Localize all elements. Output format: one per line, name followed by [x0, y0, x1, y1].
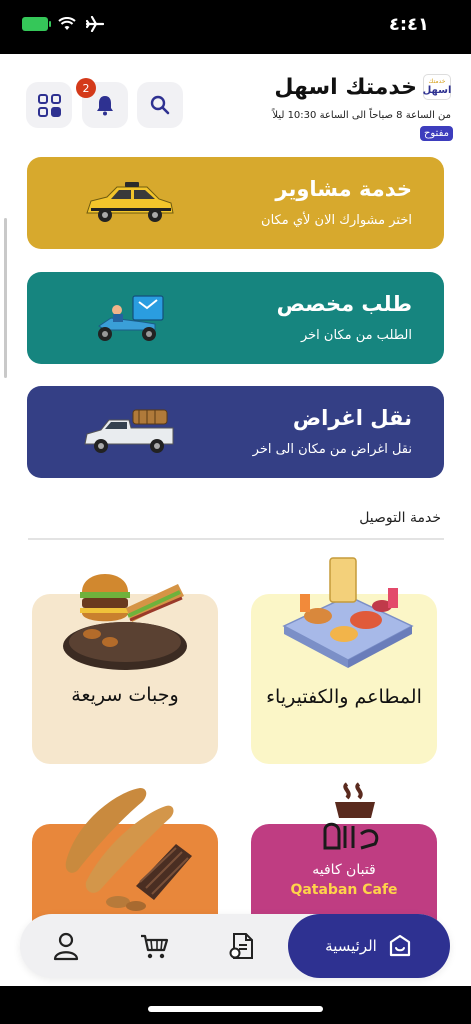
bell-icon: [97, 96, 113, 116]
status-badge: مفتوح: [419, 126, 453, 141]
service-title: طلب مخصص: [276, 292, 412, 316]
section-title-delivery: خدمة التوصيل: [359, 510, 441, 526]
search-icon: [150, 95, 170, 115]
header: خدمتك اسهل خدمتك اسهل من الساعة 8 صباحاً…: [0, 54, 471, 154]
pickup-truck-icon: [84, 409, 174, 453]
status-bar: ٤:٤١: [0, 0, 471, 54]
airplane-icon: [86, 16, 104, 32]
category-label: وجبات سريعة: [71, 684, 179, 706]
burger-platter-image: [63, 574, 187, 670]
service-card-custom-order[interactable]: طلب مخصص الطلب من مكان اخر: [27, 272, 444, 364]
service-subtitle: اختر مشوارك الان لأي مكان: [261, 213, 412, 228]
search-button[interactable]: [137, 82, 183, 128]
brand-logo-top: خدمتك: [428, 78, 446, 85]
brand: خدمتك اسهل خدمتك اسهل: [274, 74, 451, 100]
nav-orders[interactable]: [226, 930, 258, 962]
service-subtitle: الطلب من مكان اخر: [300, 328, 412, 343]
home-screen: خدمتك اسهل خدمتك اسهل من الساعة 8 صباحاً…: [0, 54, 471, 986]
category-label: المطاعم والكفتيرياء: [266, 686, 422, 708]
taxi-icon: [86, 182, 174, 222]
working-hours: من الساعة 8 صباحاً الى الساعة 10:30 ليلا…: [272, 110, 451, 121]
cart-icon: [141, 934, 169, 959]
wifi-icon: [58, 17, 76, 30]
user-icon: [53, 932, 79, 961]
menu-grid-button[interactable]: [26, 82, 72, 128]
bread-image: [65, 788, 192, 911]
page-title: خدمتك اسهل: [274, 74, 417, 100]
status-icons: [22, 16, 104, 32]
scrollbar[interactable]: [4, 218, 7, 378]
nav-home[interactable]: الرئيسية: [288, 914, 450, 978]
battery-icon: [22, 17, 51, 31]
nav-home-label: الرئيسية: [325, 937, 377, 955]
bottom-nav: الرئيسية: [20, 914, 450, 978]
home-icon: [389, 934, 410, 957]
nav-cart[interactable]: [138, 930, 170, 962]
service-card-moving[interactable]: نقل اغراض نقل اغراض من مكان الى اخر: [27, 386, 444, 478]
cafe-name-english: Qataban Cafe: [290, 882, 398, 898]
status-time: ٤:٤١: [388, 14, 429, 35]
notifications-button[interactable]: 2: [76, 78, 128, 128]
restaurant-food-image: [282, 557, 414, 668]
service-card-rides[interactable]: خدمة مشاوير اختر مشوارك الان لأي مكان: [27, 157, 444, 249]
brand-logo-bottom: اسهل: [422, 85, 452, 96]
grid-icon: [37, 93, 61, 117]
service-subtitle: نقل اغراض من مكان الى اخر: [252, 442, 412, 457]
service-title: خدمة مشاوير: [275, 177, 412, 201]
divider: [28, 538, 444, 540]
home-indicator[interactable]: [148, 1006, 323, 1012]
brand-logo: خدمتك اسهل: [423, 74, 451, 100]
cafe-name-arabic: قتبان كافيه: [312, 862, 376, 878]
delivery-scooter-icon: [98, 295, 164, 341]
service-title: نقل اغراض: [292, 406, 412, 430]
notification-count-badge: 2: [76, 78, 96, 98]
orders-icon: [229, 933, 253, 959]
nav-profile[interactable]: [50, 930, 82, 962]
